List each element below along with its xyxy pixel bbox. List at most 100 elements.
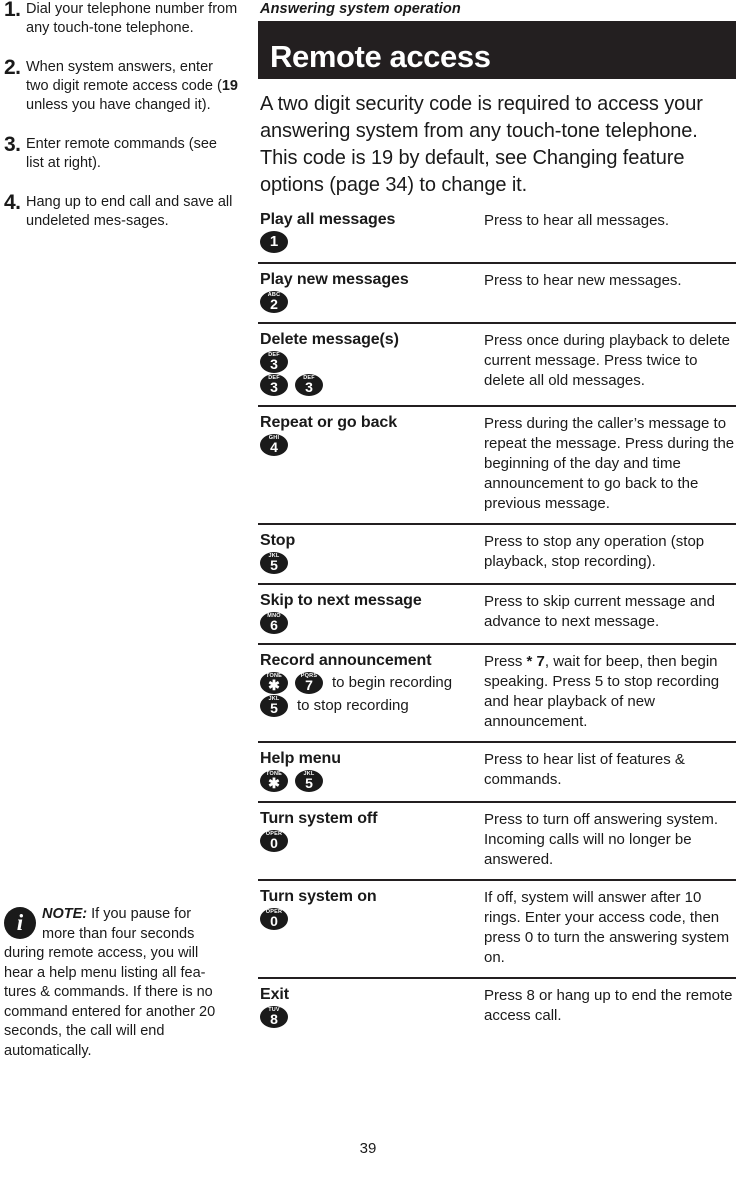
command-title: Record announcement	[260, 652, 432, 669]
command-title: Play all messages	[260, 211, 396, 228]
command-label-cell: Stop JKL 5	[258, 532, 484, 574]
page-footer: 39	[0, 1140, 736, 1157]
page-title: Remote access	[270, 39, 491, 74]
command-row: Delete message(s) DEF 3 DEF 3 DEF 3 Press once …	[258, 322, 736, 405]
command-description-cell: Press * 7, wait for beep, then begin spe…	[484, 652, 736, 732]
key-sequence: OPER 0	[260, 830, 484, 852]
key-sequence: TONE ✱ JKL 5	[260, 770, 484, 792]
key-digit: 0	[270, 835, 278, 851]
keypad-key-8-icon: TUV 8	[260, 1006, 288, 1028]
command-description-cell: Press to hear all messages.	[484, 211, 736, 231]
key-digit: 4	[270, 439, 278, 455]
command-description: Press	[484, 653, 527, 670]
step-item: 3. Enter remote commands (see list at rig…	[0, 134, 250, 173]
step-text: When system answers, enter two digit rem…	[26, 58, 250, 115]
key-digit: 5	[270, 700, 278, 716]
info-icon: i	[4, 907, 36, 939]
command-row: Record announcement TONE ✱ PQRS 7 to begin re…	[258, 643, 736, 741]
steps-column: 1. Dial your telephone number from any to…	[0, 0, 250, 1181]
command-row: Play new messages ABC 2 Press to hear new m…	[258, 262, 736, 322]
keypad-key-0-icon: OPER 0	[260, 908, 288, 930]
running-head: Answering system operation	[260, 1, 461, 17]
step-text: Hang up to end call and save all undelet…	[26, 193, 250, 231]
keypad-key-2-icon: ABC 2	[260, 291, 288, 313]
keypad-key-star-icon: TONE ✱	[260, 770, 288, 792]
command-label-cell: Play new messages ABC 2	[258, 271, 484, 313]
step-item: 4. Hang up to end call and save all undel…	[0, 191, 250, 231]
command-label-cell: Record announcement TONE ✱ PQRS 7 to begin re…	[258, 652, 484, 717]
keypad-key-3-icon: DEF 3	[260, 374, 288, 396]
keypad-key-6-icon: MNO 6	[260, 612, 288, 634]
key-sequence: TUV 8	[260, 1006, 484, 1028]
step-text: Dial your telephone number from any touc…	[26, 0, 250, 38]
key-digit: 7	[305, 677, 313, 693]
command-description: If off, system will answer after 10 ring…	[484, 889, 730, 966]
key-sequence: MNO 6	[260, 612, 484, 634]
step-spacer	[0, 127, 250, 135]
command-title: Repeat or go back	[260, 414, 398, 431]
key-digit: 3	[270, 379, 278, 395]
key-sequence: OPER 0	[260, 908, 484, 930]
command-row: Help menu TONE ✱ JKL 5 Press to hear list of …	[258, 741, 736, 801]
key-sequence: 1	[260, 231, 484, 253]
key-sequence: DEF 3	[260, 351, 484, 373]
key-digit: ✱	[268, 775, 280, 791]
key-sequence: JKL 5	[260, 552, 484, 574]
command-title: Skip to next message	[260, 592, 422, 609]
keypad-key-7-icon: PQRS 7	[295, 672, 323, 694]
command-description: Press to skip current message and advanc…	[484, 593, 715, 630]
command-label-cell: Exit TUV 8	[258, 986, 484, 1028]
key-sequence: JKL 5 to stop recording	[260, 695, 484, 717]
keypad-key-4-icon: GHI 4	[260, 434, 288, 456]
key-digit: 3	[270, 356, 278, 372]
step-text-part: Hang up to end call and save all undelet…	[26, 194, 233, 229]
command-row: Repeat or go back GHI 4 Press during the ca…	[258, 405, 736, 523]
key-sequence-caption: to stop recording	[297, 697, 409, 714]
command-label-cell: Repeat or go back GHI 4	[258, 414, 484, 456]
step-number: 1.	[4, 0, 21, 21]
command-title: Turn system off	[260, 810, 378, 827]
keypad-key-5-icon: JKL 5	[260, 695, 288, 717]
command-description-cell: Press once during playback to delete cur…	[484, 331, 736, 391]
command-row: Exit TUV 8 Press 8 or hang up to end the re…	[258, 977, 736, 1037]
command-label-cell: Help menu TONE ✱ JKL 5	[258, 750, 484, 792]
command-description: Press 8 or hang up to end the remote acc…	[484, 987, 733, 1024]
step-item: 2. When system answers, enter two digit r…	[0, 57, 250, 115]
step-text-part: When system answers, enter two digit rem…	[26, 59, 222, 94]
command-label-cell: Skip to next message MNO 6	[258, 592, 484, 634]
command-title: Turn system on	[260, 888, 377, 905]
page-number: 39	[359, 1140, 377, 1157]
command-label-cell: Delete message(s) DEF 3 DEF 3 DEF 3	[258, 331, 484, 396]
command-description: Press to hear all messages.	[484, 212, 670, 229]
command-description: Press during the caller’s message to rep…	[484, 415, 735, 512]
keypad-key-0-icon: OPER 0	[260, 830, 288, 852]
command-row: Turn system off OPER 0 Press to turn off an…	[258, 801, 736, 879]
keypad-key-3-icon: DEF 3	[295, 374, 323, 396]
numbered-steps-list: 1. Dial your telephone number from any to…	[0, 0, 250, 251]
note-text: If you pause for more than four seconds …	[4, 906, 216, 1059]
keypad-key-3-icon: DEF 3	[260, 351, 288, 373]
step-text-part: unless you have changed it).	[26, 97, 211, 113]
content-column: Answering system operation Remote access…	[258, 0, 736, 1037]
command-description: Press to turn off answering system. Inco…	[484, 811, 718, 868]
command-row: Skip to next message MNO 6 Press to skip cu…	[258, 583, 736, 643]
key-sequence-caption: to begin recording	[332, 674, 453, 691]
step-text-part: Enter remote commands (see list at right…	[26, 136, 217, 171]
key-digit: 6	[270, 617, 278, 633]
intro-paragraph: A two digit security code is required to…	[260, 93, 703, 196]
note-label: NOTE:	[42, 906, 88, 922]
key-digit: 1	[269, 233, 279, 250]
step-text-part: Dial your telephone number from any touc…	[26, 1, 238, 36]
key-digit: 3	[305, 379, 313, 395]
command-description: Press to hear new messages.	[484, 272, 682, 289]
section-banner: Remote access	[258, 21, 736, 79]
command-title: Delete message(s)	[260, 331, 399, 348]
command-description-cell: Press to hear new messages.	[484, 271, 736, 291]
keypad-key-5-icon: JKL 5	[295, 770, 323, 792]
key-sequence: GHI 4	[260, 434, 484, 456]
command-row: Play all messages 1 Press to hear all mess…	[258, 209, 736, 262]
command-label-cell: Turn system off OPER 0	[258, 810, 484, 852]
step-number: 4.	[4, 191, 21, 214]
remote-commands-table: Play all messages 1 Press to hear all mess…	[258, 209, 736, 1037]
command-label-cell: Play all messages 1	[258, 211, 484, 253]
